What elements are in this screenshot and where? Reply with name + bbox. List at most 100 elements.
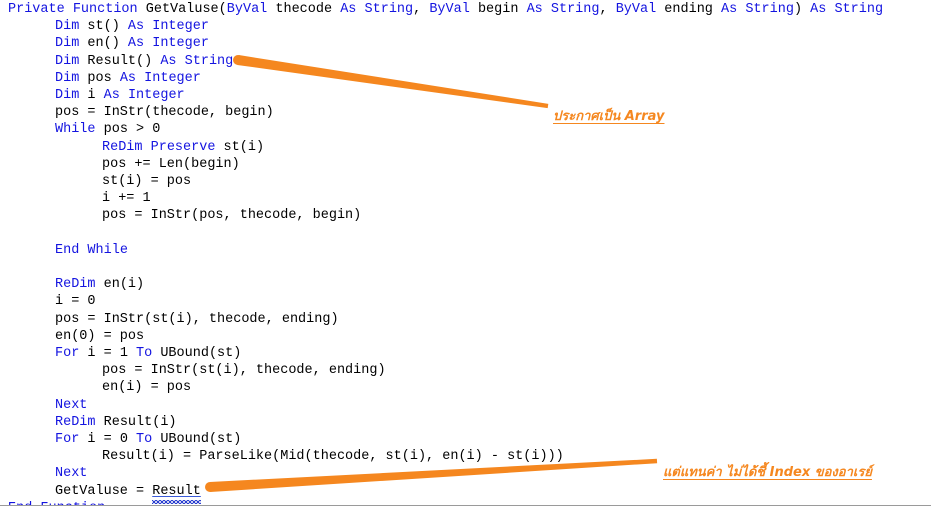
code-line[interactable]: ReDim Preserve st(i)	[0, 138, 931, 157]
code-text: pos = InStr(pos, thecode, begin)	[102, 208, 362, 224]
bottom-strip	[0, 506, 931, 512]
code-text: i += 1	[102, 191, 151, 207]
code-line[interactable]	[0, 224, 931, 243]
code-keyword: To	[136, 432, 153, 447]
code-editor[interactable]: Private Function GetValuse(ByVal thecode…	[0, 0, 931, 516]
code-text: UBound(st)	[152, 346, 242, 361]
code-text: st(i) = pos	[102, 174, 192, 189]
code-line[interactable]: Dim i As Integer	[0, 86, 931, 105]
code-keyword: As	[103, 88, 120, 103]
code-keyword: ByVal	[615, 2, 657, 17]
code-keyword: Next	[55, 397, 88, 413]
code-keyword: Integer	[127, 88, 185, 103]
code-line[interactable]: Dim st() As Integer	[0, 17, 931, 36]
code-keyword: Function	[72, 2, 138, 17]
code-keyword: While	[55, 122, 96, 138]
code-text: Result()	[79, 53, 161, 69]
code-text: pos = InStr(st(i), thecode, ending)	[55, 311, 339, 327]
code-text: )	[793, 2, 811, 17]
code-keyword: ByVal	[429, 2, 470, 17]
code-keyword: As	[160, 53, 177, 69]
code-keyword: For	[55, 346, 80, 361]
code-line[interactable]: ReDim en(i)	[0, 275, 931, 294]
bottom-divider	[0, 505, 931, 506]
code-text: en(0) = pos	[55, 328, 145, 344]
code-keyword: End	[55, 242, 80, 258]
code-keyword: For	[55, 432, 80, 447]
code-keyword: Integer	[144, 70, 201, 86]
code-line[interactable]: i = 0	[0, 292, 931, 311]
code-line[interactable]: pos += Len(begin)	[0, 155, 931, 174]
code-line[interactable]: en(i) = pos	[0, 378, 931, 397]
code-line[interactable]: pos = InStr(st(i), thecode, ending)	[0, 310, 931, 329]
code-line[interactable]: For i = 1 To UBound(st)	[0, 344, 931, 363]
code-keyword: Private	[8, 2, 65, 17]
code-text: i = 0	[79, 432, 137, 447]
code-text: pos += Len(begin)	[102, 156, 240, 172]
code-keyword: Dim	[55, 36, 80, 52]
code-line[interactable]: Private Function GetValuse(ByVal thecode…	[0, 0, 931, 19]
code-line[interactable]: pos = InStr(pos, thecode, begin)	[0, 206, 931, 225]
code-line[interactable]: en(0) = pos	[0, 327, 931, 346]
code-keyword: String	[550, 2, 600, 17]
code-line[interactable]: Dim pos As Integer	[0, 69, 931, 88]
code-line[interactable]: For i = 0 To UBound(st)	[0, 430, 931, 449]
code-keyword: Dim	[55, 53, 80, 69]
code-keyword: Dim	[55, 70, 80, 86]
code-text: en(i) = pos	[102, 380, 192, 396]
code-text: ,	[599, 2, 616, 17]
code-text: i	[79, 88, 104, 103]
code-line[interactable]: i += 1	[0, 189, 931, 208]
code-keyword: String	[834, 2, 884, 17]
code-text: pos = InStr(st(i), thecode, ending)	[102, 363, 386, 379]
code-text: pos = InStr(thecode, begin)	[55, 105, 274, 121]
code-keyword: String	[184, 53, 234, 69]
code-text: thecode	[267, 2, 341, 17]
code-text: pos	[79, 70, 120, 86]
code-text: st(i)	[215, 139, 265, 155]
code-line[interactable]: pos = InStr(st(i), thecode, ending)	[0, 361, 931, 380]
code-text: en()	[79, 36, 128, 52]
code-keyword: Integer	[152, 19, 209, 35]
code-keyword: As	[340, 2, 357, 17]
code-line[interactable]: Dim Result() As String	[0, 52, 931, 71]
code-line[interactable]: Next	[0, 396, 931, 415]
code-keyword: As	[810, 2, 827, 17]
code-keyword: Integer	[152, 36, 209, 52]
code-text: pos > 0	[95, 122, 161, 138]
code-line[interactable]: Dim en() As Integer	[0, 34, 931, 53]
code-keyword: Dim	[55, 19, 80, 35]
code-keyword: As	[127, 19, 145, 35]
code-text: Result(i) = ParseLike(Mid(thecode, st(i)…	[102, 449, 564, 465]
code-keyword: As	[119, 70, 137, 86]
code-line[interactable]	[0, 258, 931, 277]
code-line[interactable]: GetValuse = Result	[0, 482, 931, 501]
code-text: GetValuse =	[55, 483, 153, 499]
code-keyword: Preserve	[150, 139, 216, 155]
code-text: i = 0	[55, 294, 96, 310]
code-line[interactable]: ReDim Result(i)	[0, 413, 931, 432]
code-line[interactable]: st(i) = pos	[0, 172, 931, 191]
code-text: ending	[656, 2, 722, 17]
code-keyword: Dim	[55, 88, 80, 103]
code-keyword: As	[127, 36, 145, 52]
code-line[interactable]: End While	[0, 241, 931, 260]
code-line[interactable]: pos = InStr(thecode, begin)	[0, 103, 931, 122]
code-keyword: String	[364, 2, 414, 17]
code-keyword: To	[136, 346, 153, 361]
code-text: en(i)	[95, 277, 145, 293]
code-keyword: ReDim	[55, 414, 96, 430]
code-keyword: Next	[55, 466, 88, 482]
code-keyword: ReDim	[55, 277, 96, 293]
annotation-declare-as-array: ประกาศเป็น Array	[553, 109, 665, 124]
code-line[interactable]: While pos > 0	[0, 120, 931, 139]
code-text: st()	[79, 19, 128, 35]
annotation-assign-not-index: แต่แทนค่า ไม่ได้ชี้ Index ของอาเรย์	[663, 465, 872, 480]
